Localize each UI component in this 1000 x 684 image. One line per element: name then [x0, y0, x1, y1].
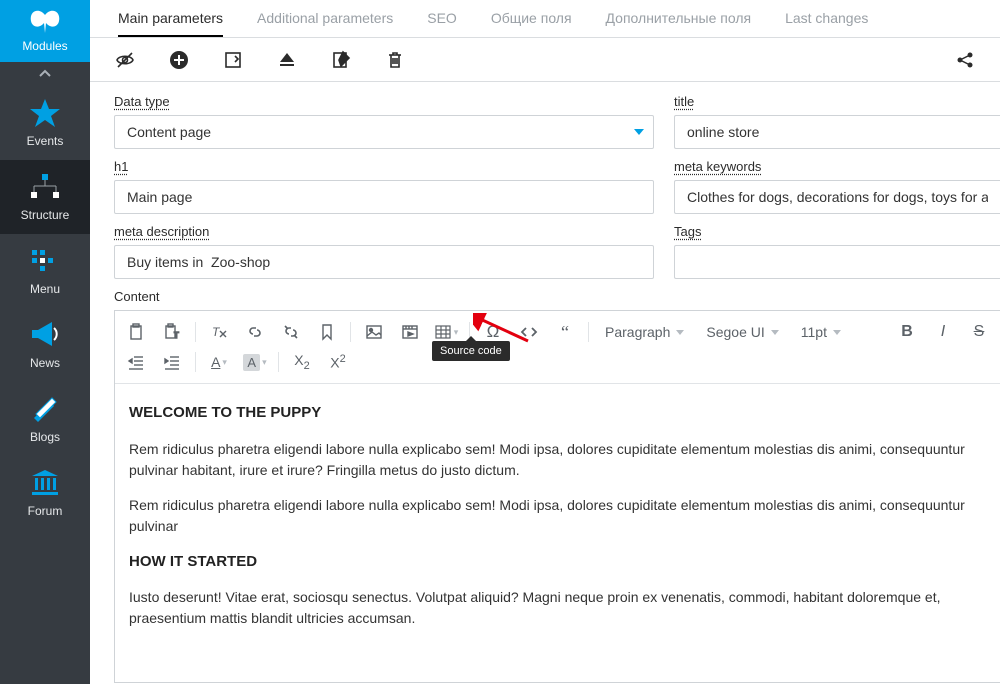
pencils-icon	[28, 394, 62, 424]
input-meta-description[interactable]	[114, 245, 654, 279]
tab-additional-parameters[interactable]: Additional parameters	[257, 10, 393, 37]
fontsize-dropdown[interactable]: 11pt	[795, 324, 847, 340]
visibility-toggle[interactable]	[114, 49, 136, 71]
tab-common-fields[interactable]: Общие поля	[491, 10, 572, 37]
add-button[interactable]	[168, 49, 190, 71]
page-toolbar	[90, 38, 1000, 82]
label-data-type: Data type	[114, 94, 654, 109]
menu-icon	[28, 246, 62, 276]
sidebar-modules[interactable]: Modules	[0, 0, 90, 62]
sidebar-modules-label: Modules	[22, 39, 67, 53]
label-h1: h1	[114, 159, 654, 174]
sidebar-item-structure[interactable]: Structure	[0, 160, 90, 234]
tab-seo[interactable]: SEO	[427, 10, 457, 37]
label-title: title	[674, 94, 1000, 109]
clear-format-icon[interactable]: T	[206, 319, 232, 345]
tabs: Main parameters Additional parameters SE…	[90, 0, 1000, 38]
svg-text:T: T	[174, 331, 179, 340]
tab-last-changes[interactable]: Last changes	[785, 10, 868, 37]
label-meta-description: meta description	[114, 224, 654, 239]
star-icon	[28, 98, 62, 128]
delete-button[interactable]	[384, 49, 406, 71]
media-icon[interactable]	[397, 319, 423, 345]
sidebar-item-events[interactable]: Events	[0, 86, 90, 160]
svg-text:T: T	[212, 325, 221, 339]
window-button[interactable]	[222, 49, 244, 71]
content-heading: WELCOME TO THE PUPPY	[129, 402, 986, 425]
paste-text-icon[interactable]: T	[159, 319, 185, 345]
source-code-icon[interactable]	[516, 319, 542, 345]
tooltip-source-code: Source code	[432, 341, 510, 361]
bg-color-icon[interactable]: A▾	[242, 349, 268, 375]
tab-additional-fields[interactable]: Дополнительные поля	[606, 10, 752, 37]
strike-icon[interactable]: S	[966, 319, 992, 345]
megaphone-icon	[28, 320, 62, 350]
italic-icon[interactable]: I	[930, 319, 956, 345]
content-paragraph: Rem ridiculus pharetra eligendi labore n…	[129, 439, 986, 481]
font-dropdown[interactable]: Segoe UI	[700, 324, 784, 340]
share-button[interactable]	[954, 49, 976, 71]
unlink-icon[interactable]	[278, 319, 304, 345]
rich-text-editor: T T ▾ Ω “	[114, 310, 1000, 683]
select-data-type-value[interactable]	[114, 115, 654, 149]
forum-icon	[28, 468, 62, 498]
sidebar-item-label: Structure	[21, 208, 70, 222]
sidebar-item-label: Forum	[28, 504, 63, 518]
input-h1[interactable]	[114, 180, 654, 214]
editor-content[interactable]: WELCOME TO THE PUPPY Rem ridiculus phare…	[115, 384, 1000, 682]
caret-down-icon	[634, 129, 644, 135]
sidebar-item-label: Blogs	[30, 430, 60, 444]
structure-icon	[28, 172, 62, 202]
content-heading: HOW IT STARTED	[129, 551, 986, 574]
label-tags: Tags	[674, 224, 1000, 239]
sidebar-item-label: News	[30, 356, 60, 370]
superscript-icon[interactable]: X2	[325, 349, 351, 375]
sidebar-item-label: Menu	[30, 282, 60, 296]
main: Main parameters Additional parameters SE…	[90, 0, 1000, 684]
content-paragraph: Rem ridiculus pharetra eligendi labore n…	[129, 495, 986, 537]
image-icon[interactable]	[361, 319, 387, 345]
editor-toolbar: T T ▾ Ω “	[115, 311, 1000, 384]
indent-icon[interactable]	[159, 349, 185, 375]
sidebar-collapse[interactable]	[0, 62, 90, 86]
input-tags[interactable]	[674, 245, 1000, 279]
sidebar-item-menu[interactable]: Menu	[0, 234, 90, 308]
paragraph-dropdown[interactable]: Paragraph	[599, 324, 690, 340]
sidebar-item-blogs[interactable]: Blogs	[0, 382, 90, 456]
sidebar: Modules Events Structure Menu News Blogs…	[0, 0, 90, 684]
edit-button[interactable]	[330, 49, 352, 71]
text-color-icon[interactable]: A▾	[206, 349, 232, 375]
form: Data type title h1 meta keywords	[90, 82, 1000, 683]
link-icon[interactable]	[242, 319, 268, 345]
subscript-icon[interactable]: X2	[289, 349, 315, 375]
paste-icon[interactable]	[123, 319, 149, 345]
eject-button[interactable]	[276, 49, 298, 71]
bookmark-icon[interactable]	[314, 319, 340, 345]
label-meta-keywords: meta keywords	[674, 159, 1000, 174]
outdent-icon[interactable]	[123, 349, 149, 375]
blockquote-icon[interactable]: “	[552, 319, 578, 345]
input-meta-keywords[interactable]	[674, 180, 1000, 214]
tab-main-parameters[interactable]: Main parameters	[118, 10, 223, 37]
input-title[interactable]	[674, 115, 1000, 149]
sidebar-item-news[interactable]: News	[0, 308, 90, 382]
content-paragraph: Iusto deserunt! Vitae erat, sociosqu sen…	[129, 587, 986, 629]
sidebar-item-label: Events	[27, 134, 64, 148]
bold-icon[interactable]: B	[894, 319, 920, 345]
select-data-type[interactable]	[114, 115, 654, 149]
butterfly-icon	[29, 9, 61, 37]
label-content: Content	[114, 289, 1000, 304]
sidebar-item-forum[interactable]: Forum	[0, 456, 90, 530]
